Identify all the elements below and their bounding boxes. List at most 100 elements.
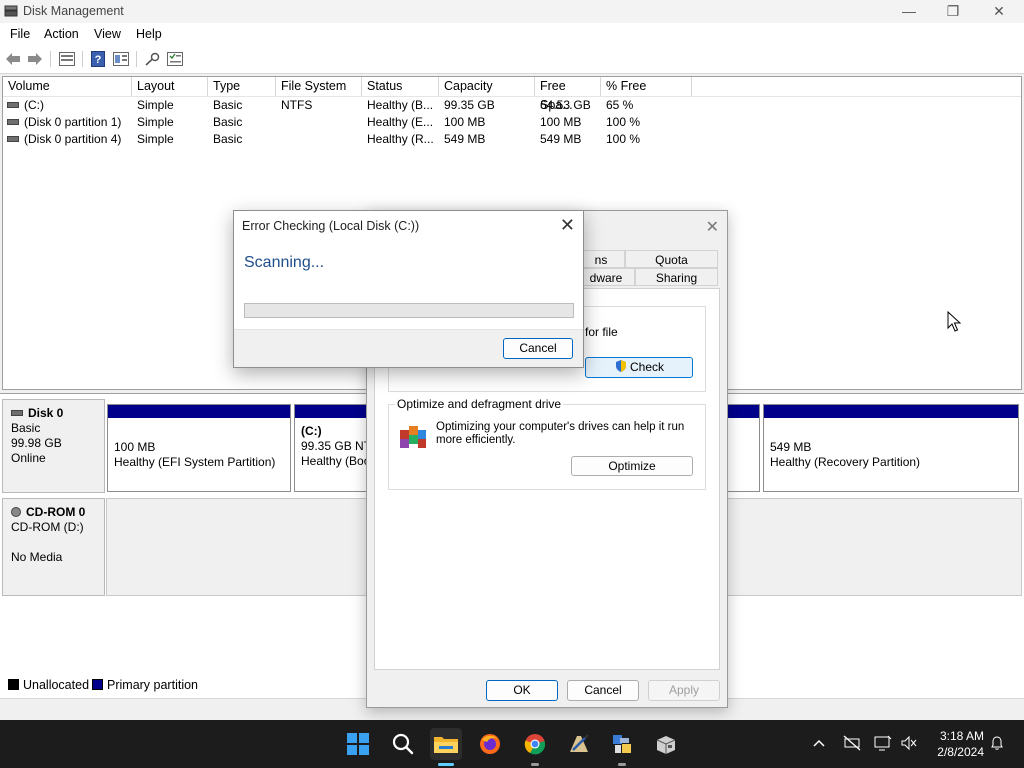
help-icon[interactable]: ? xyxy=(89,50,107,68)
volume-percent-free: 65 % xyxy=(606,98,634,112)
system-clock[interactable]: 3:18 AM 2/8/2024 xyxy=(937,728,984,760)
cdrom-media: No Media xyxy=(11,550,63,564)
network-disconnected-icon[interactable] xyxy=(841,732,863,754)
column-type[interactable]: Type xyxy=(208,77,276,96)
minimize-button[interactable]: — xyxy=(886,0,932,23)
volume-capacity: 100 MB xyxy=(444,115,486,129)
optimize-group xyxy=(388,404,706,490)
disk-list-icon[interactable] xyxy=(58,50,76,68)
volume-status: Healthy (R... xyxy=(367,132,434,146)
error-checking-dialog: Error Checking (Local Disk (C:)) ✕ Scann… xyxy=(233,210,584,368)
volume-muted-icon[interactable] xyxy=(898,732,920,754)
unallocated-swatch xyxy=(8,679,19,690)
tab-hardware[interactable]: dware xyxy=(577,268,635,286)
close-button[interactable]: ✕ xyxy=(976,0,1022,23)
volume-row[interactable]: (Disk 0 partition 1) Simple Basic Health… xyxy=(3,114,1021,131)
column-percent-free[interactable]: % Free xyxy=(601,77,692,96)
legend-unallocated: Unallocated xyxy=(23,678,90,692)
error-dialog-footer: Cancel xyxy=(234,329,583,367)
disk-size: 99.98 GB xyxy=(11,436,62,450)
menu-action[interactable]: Action xyxy=(44,27,79,41)
cdrom-0-label[interactable]: CD-ROM 0 CD-ROM (D:) No Media xyxy=(2,498,105,596)
column-layout[interactable]: Layout xyxy=(132,77,208,96)
file-explorer-icon[interactable] xyxy=(430,728,462,766)
error-dialog-title: Error Checking (Local Disk (C:)) xyxy=(242,219,420,233)
error-checking-description: for file xyxy=(585,325,618,339)
volume-type: Basic xyxy=(213,98,243,112)
ok-button[interactable]: OK xyxy=(486,680,558,701)
taskbar: 3:18 AM 2/8/2024 xyxy=(0,720,1024,768)
volume-list-header: Volume Layout Type File System Status Ca… xyxy=(3,77,1021,112)
disk-icon xyxy=(11,409,23,416)
properties-close-button[interactable]: ✕ xyxy=(706,217,719,237)
optimize-button[interactable]: Optimize xyxy=(571,456,693,476)
drive-icon xyxy=(7,118,19,125)
volume-capacity: 549 MB xyxy=(444,132,486,146)
network-app-icon[interactable] xyxy=(606,728,638,766)
properties-icon[interactable] xyxy=(112,50,130,68)
partition-status: Healthy (Recovery Partition) xyxy=(770,455,921,469)
volume-row[interactable]: (C:) Simple Basic NTFS Healthy (B... 99.… xyxy=(3,97,1021,114)
disk-0-label[interactable]: Disk 0 Basic 99.98 GB Online xyxy=(2,399,105,493)
tab-quota[interactable]: Quota xyxy=(625,250,718,268)
volume-capacity: 99.35 GB xyxy=(444,98,495,112)
drive-icon xyxy=(7,135,19,142)
toolbar-separator xyxy=(82,51,83,67)
notification-bell-icon[interactable] xyxy=(986,732,1008,754)
menu-help[interactable]: Help xyxy=(136,27,162,41)
disk-management-app-icon xyxy=(4,5,18,17)
volume-name: (Disk 0 partition 4) xyxy=(24,132,122,146)
chevron-up-icon[interactable] xyxy=(808,732,830,754)
column-volume[interactable]: Volume xyxy=(3,77,132,96)
disk-state: Online xyxy=(11,451,46,465)
disk-type: Basic xyxy=(11,421,41,435)
volume-file-system: NTFS xyxy=(281,98,313,112)
drawing-tool-icon[interactable] xyxy=(563,728,595,760)
back-arrow-icon[interactable] xyxy=(4,50,22,68)
column-capacity[interactable]: Capacity xyxy=(439,77,535,96)
chrome-icon[interactable] xyxy=(519,728,551,766)
menu-view[interactable]: View xyxy=(94,27,121,41)
shield-icon xyxy=(615,360,626,372)
column-file-system[interactable]: File System xyxy=(276,77,362,96)
maximize-button[interactable]: ❐ xyxy=(930,0,976,23)
volume-free-space: 549 MB xyxy=(540,132,582,146)
clock-time: 3:18 AM xyxy=(939,729,984,743)
volume-status: Healthy (E... xyxy=(367,115,434,129)
primary-partition-bar xyxy=(108,405,290,418)
partition-efi[interactable]: 100 MB Healthy (EFI System Partition) xyxy=(107,404,291,492)
volume-percent-free: 100 % xyxy=(606,132,641,146)
column-status[interactable]: Status xyxy=(362,77,439,96)
column-free-space[interactable]: Free Spa... xyxy=(535,77,601,112)
partition-recovery[interactable]: 549 MB Healthy (Recovery Partition) xyxy=(763,404,1019,492)
clock-date: 2/8/2024 xyxy=(937,745,984,759)
tab-sharing[interactable]: Sharing xyxy=(635,268,718,286)
volume-row[interactable]: (Disk 0 partition 4) Simple Basic Health… xyxy=(3,131,1021,148)
check-button[interactable]: Check xyxy=(585,357,693,378)
start-icon[interactable] xyxy=(342,728,374,760)
partition-size: 100 MB xyxy=(114,440,156,454)
settings-list-icon[interactable] xyxy=(166,50,184,68)
scanning-status: Scanning... xyxy=(244,254,325,271)
package-icon[interactable] xyxy=(650,728,682,760)
volume-type: Basic xyxy=(213,115,243,129)
window-title: Disk Management xyxy=(23,4,124,18)
scan-cancel-button[interactable]: Cancel xyxy=(503,338,573,359)
apply-button[interactable]: Apply xyxy=(648,680,720,701)
cdrom-icon xyxy=(11,506,21,517)
display-icon[interactable] xyxy=(872,732,894,754)
firefox-icon[interactable] xyxy=(474,728,506,760)
volume-type: Basic xyxy=(213,132,243,146)
title-bar: Disk Management — ❐ ✕ xyxy=(0,0,1024,23)
cancel-button[interactable]: Cancel xyxy=(567,680,639,701)
volume-name: (Disk 0 partition 1) xyxy=(24,115,122,129)
key-icon[interactable] xyxy=(143,50,161,68)
menu-file[interactable]: File xyxy=(10,27,30,41)
check-button-label: Check xyxy=(629,360,664,374)
search-icon[interactable] xyxy=(387,728,419,760)
error-dialog-close-button[interactable]: ✕ xyxy=(560,215,575,236)
forward-arrow-icon[interactable] xyxy=(26,50,44,68)
volume-percent-free: 100 % xyxy=(606,115,641,129)
scan-progress-bar xyxy=(244,303,574,318)
tab-partial-left-top[interactable]: ns xyxy=(577,250,625,268)
